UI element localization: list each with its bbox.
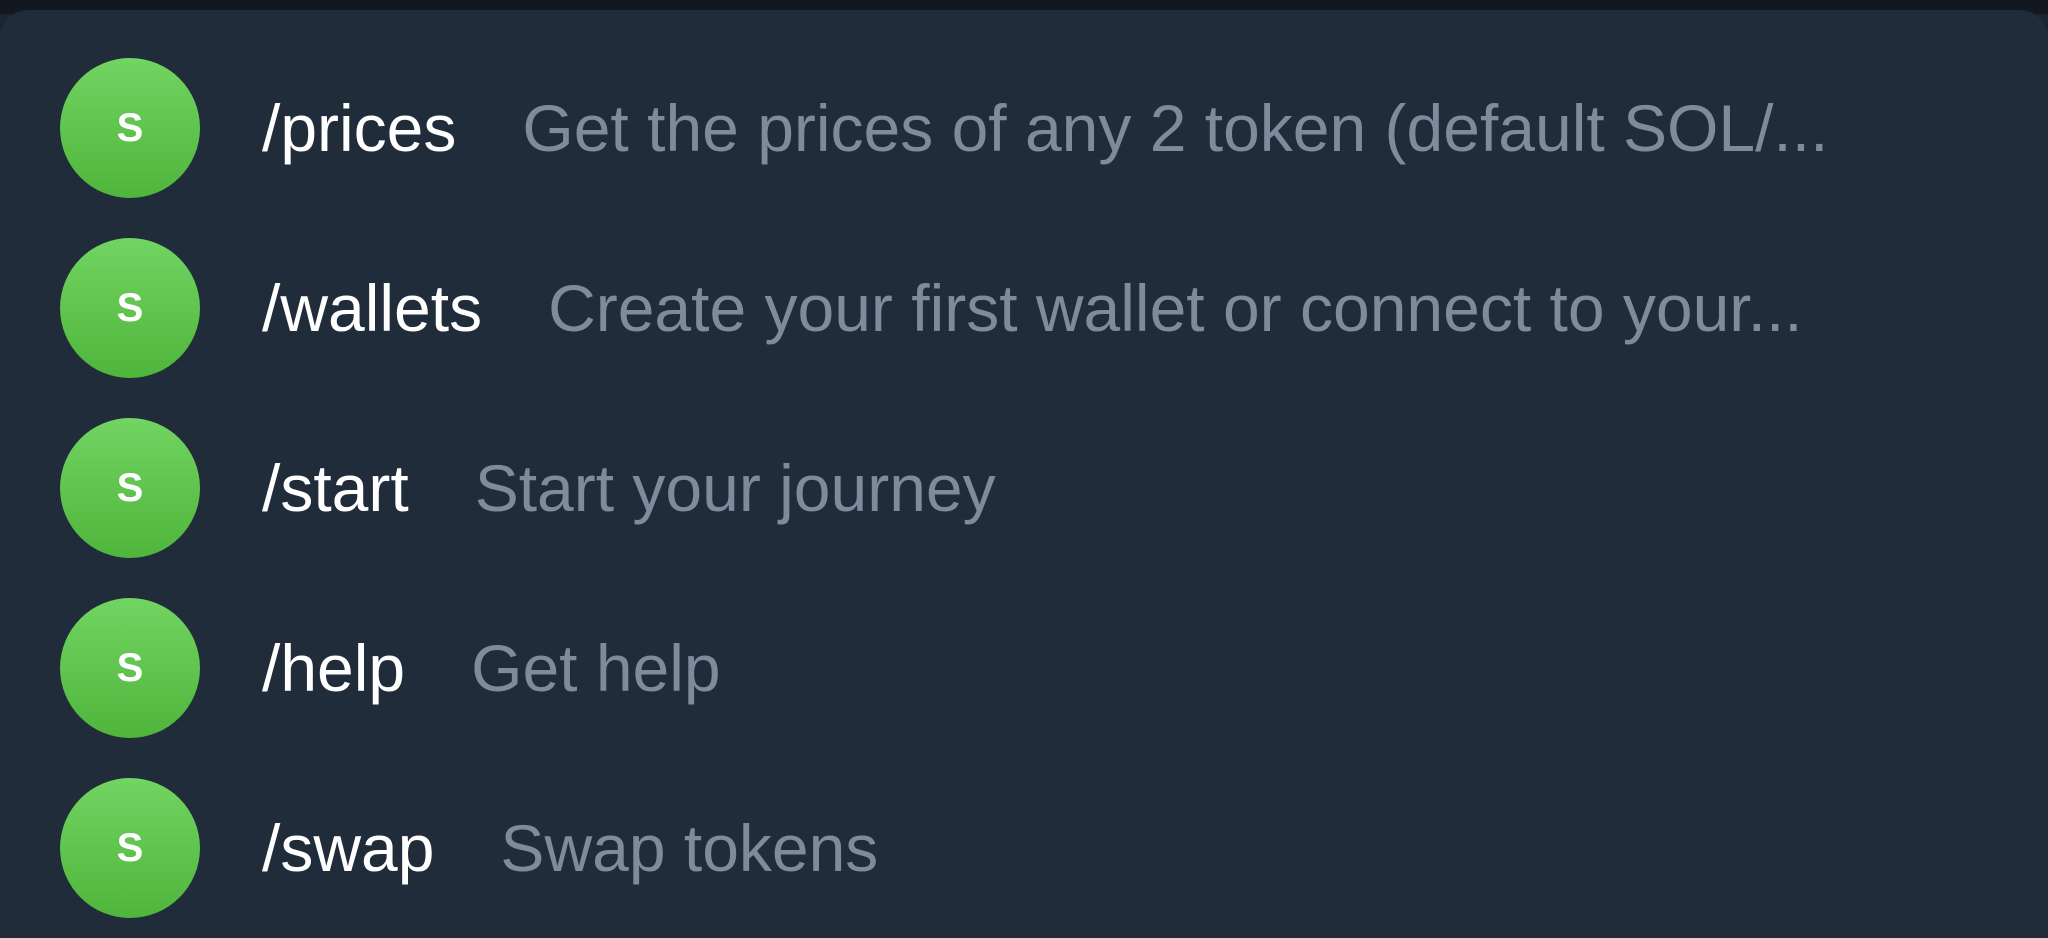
command-list: S /prices Get the prices of any 2 token (…	[0, 38, 2048, 938]
command-text: /prices Get the prices of any 2 token (de…	[262, 88, 2008, 168]
command-item-prices[interactable]: S /prices Get the prices of any 2 token (…	[0, 38, 2048, 218]
command-name: /prices	[262, 91, 457, 165]
command-text: /wallets Create your first wallet or conn…	[262, 268, 2008, 348]
command-text: /swap Swap tokens	[262, 808, 2008, 888]
command-item-start[interactable]: S /start Start your journey	[0, 398, 2048, 578]
bot-commands-screen: S /prices Get the prices of any 2 token (…	[0, 0, 2048, 938]
command-description: Create your first wallet or connect to y…	[548, 271, 1803, 345]
command-name: /help	[262, 631, 406, 705]
command-item-help[interactable]: S /help Get help	[0, 578, 2048, 758]
command-item-wallets[interactable]: S /wallets Create your first wallet or co…	[0, 218, 2048, 398]
bot-avatar: S	[60, 778, 200, 918]
command-name: /wallets	[262, 271, 483, 345]
bot-avatar: S	[60, 58, 200, 198]
command-text: /help Get help	[262, 628, 2008, 708]
command-text: /start Start your journey	[262, 448, 2008, 528]
command-name: /swap	[262, 811, 435, 885]
command-description: Get the prices of any 2 token (default S…	[522, 91, 1829, 165]
command-description: Swap tokens	[500, 811, 879, 885]
bot-avatar: S	[60, 418, 200, 558]
command-description: Get help	[471, 631, 721, 705]
command-suggestions-panel: S /prices Get the prices of any 2 token (…	[0, 10, 2048, 938]
command-item-swap[interactable]: S /swap Swap tokens	[0, 758, 2048, 938]
bot-avatar: S	[60, 598, 200, 738]
command-description: Start your journey	[474, 451, 996, 525]
bot-avatar: S	[60, 238, 200, 378]
command-name: /start	[262, 451, 409, 525]
